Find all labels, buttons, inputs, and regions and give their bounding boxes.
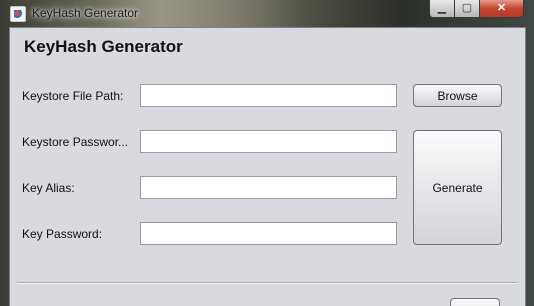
close-button[interactable]: ✕ bbox=[480, 0, 524, 18]
key-alias-label: Key Alias: bbox=[22, 181, 75, 195]
title-bar[interactable]: KeyHash Generator ▁ ▢ ✕ bbox=[0, 0, 534, 27]
key-password-label: Key Password: bbox=[22, 227, 103, 241]
app-window: KeyHash Generator ▁ ▢ ✕ KeyHash Generato… bbox=[0, 0, 534, 306]
window-controls: ▁ ▢ ✕ bbox=[429, 0, 524, 18]
window-title: KeyHash Generator bbox=[32, 6, 139, 20]
browse-button[interactable]: Browse bbox=[413, 84, 502, 107]
key-password-input[interactable] bbox=[140, 222, 397, 245]
minimize-button[interactable]: ▁ bbox=[429, 0, 455, 18]
keystore-password-input[interactable] bbox=[140, 130, 397, 153]
separator bbox=[17, 282, 517, 283]
content-panel: KeyHash Generator Keystore File Path: Ke… bbox=[9, 27, 526, 306]
keystore-path-label: Keystore File Path: bbox=[22, 89, 124, 103]
keystore-path-input[interactable] bbox=[140, 84, 397, 107]
page-title: KeyHash Generator bbox=[24, 37, 183, 56]
keystore-password-label: Keystore Passwor... bbox=[22, 135, 129, 149]
generate-button[interactable]: Generate bbox=[413, 130, 502, 245]
key-alias-input[interactable] bbox=[140, 176, 397, 199]
maximize-button[interactable]: ▢ bbox=[455, 0, 480, 18]
bottom-button-partial[interactable] bbox=[450, 298, 500, 306]
java-app-icon bbox=[10, 6, 26, 22]
